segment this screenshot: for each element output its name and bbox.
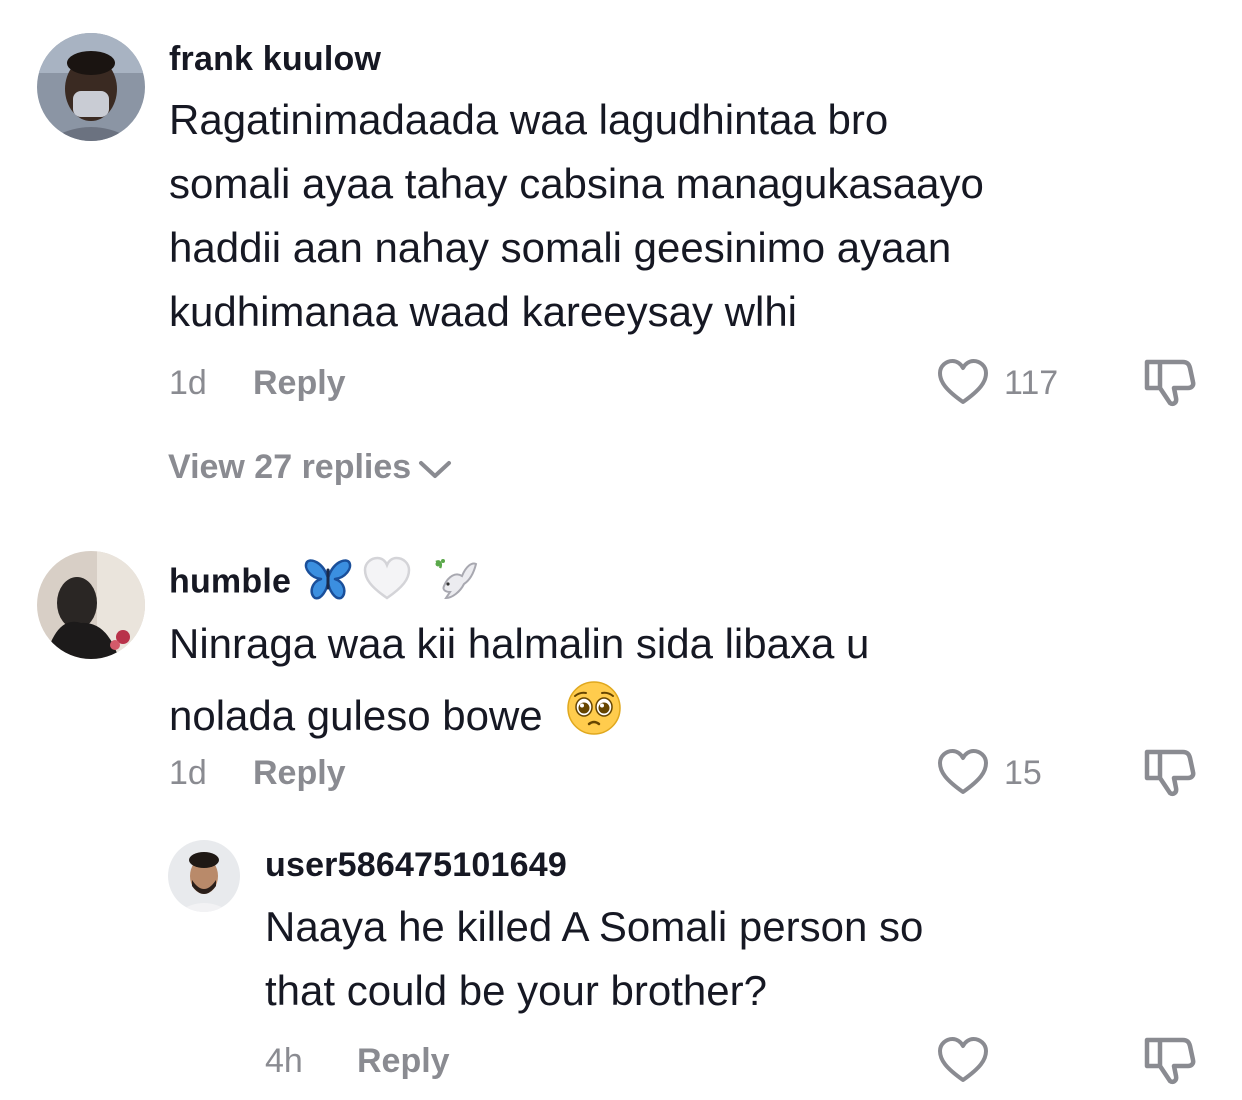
reply-button[interactable]: Reply	[253, 754, 346, 793]
comment-line: kudhimanaa waad kareeysay wlhi	[169, 288, 798, 335]
comment-text: Ragatinimadaada waa lagudhintaa bro soma…	[169, 88, 984, 344]
avatar-photo-icon	[37, 551, 145, 659]
comment-text: Ninraga waa kii halmalin sida libaxa u n…	[169, 608, 869, 758]
comment-text: Naaya he killed A Somali person so that …	[265, 895, 923, 1023]
avatar[interactable]	[37, 33, 145, 141]
thumbs-down-icon[interactable]	[1143, 746, 1197, 803]
comment-line-with-emoji: nolada guleso bowe	[169, 680, 869, 758]
comment-line: Naaya he killed A Somali person so	[265, 903, 924, 950]
thumbs-down-icon[interactable]	[1143, 356, 1197, 413]
timestamp: 4h	[265, 1042, 303, 1080]
white-heart-emoji-icon	[362, 556, 412, 611]
like-count: 15	[1004, 754, 1042, 792]
timestamp: 1d	[169, 364, 207, 402]
heart-icon[interactable]	[936, 358, 990, 411]
comment-line: somali ayaa tahay cabsina managukasaayo	[169, 160, 984, 207]
avatar[interactable]	[168, 840, 240, 912]
pleading-face-emoji-icon	[566, 680, 622, 758]
chevron-down-icon	[419, 461, 452, 479]
like-count: 117	[1004, 364, 1059, 402]
comment-line: nolada guleso bowe	[169, 692, 543, 740]
view-replies-button[interactable]: View 27 replies	[168, 448, 453, 487]
username[interactable]: frank kuulow	[169, 40, 381, 79]
comment-line: haddii aan nahay somali geesinimo ayaan	[169, 224, 952, 271]
dove-emoji-icon	[430, 556, 480, 611]
comment-line: Ragatinimadaada waa lagudhintaa bro	[169, 96, 889, 143]
avatar[interactable]	[37, 551, 145, 659]
heart-icon[interactable]	[936, 748, 990, 801]
heart-icon[interactable]	[936, 1036, 990, 1089]
butterfly-emoji-icon	[303, 556, 353, 611]
username-row: humble	[169, 556, 480, 611]
reply-button[interactable]: Reply	[253, 364, 346, 403]
comment-line: Ninraga waa kii halmalin sida libaxa u	[169, 620, 870, 667]
timestamp: 1d	[169, 754, 207, 792]
username[interactable]: user586475101649	[265, 846, 567, 885]
avatar-photo-icon	[37, 33, 145, 141]
view-replies-label: View 27 replies	[168, 448, 412, 486]
reply-button[interactable]: Reply	[357, 1042, 450, 1081]
avatar-photo-icon	[168, 840, 240, 912]
comment-line: that could be your brother?	[265, 967, 767, 1014]
thumbs-down-icon[interactable]	[1143, 1034, 1197, 1091]
username[interactable]: humble	[169, 562, 291, 600]
